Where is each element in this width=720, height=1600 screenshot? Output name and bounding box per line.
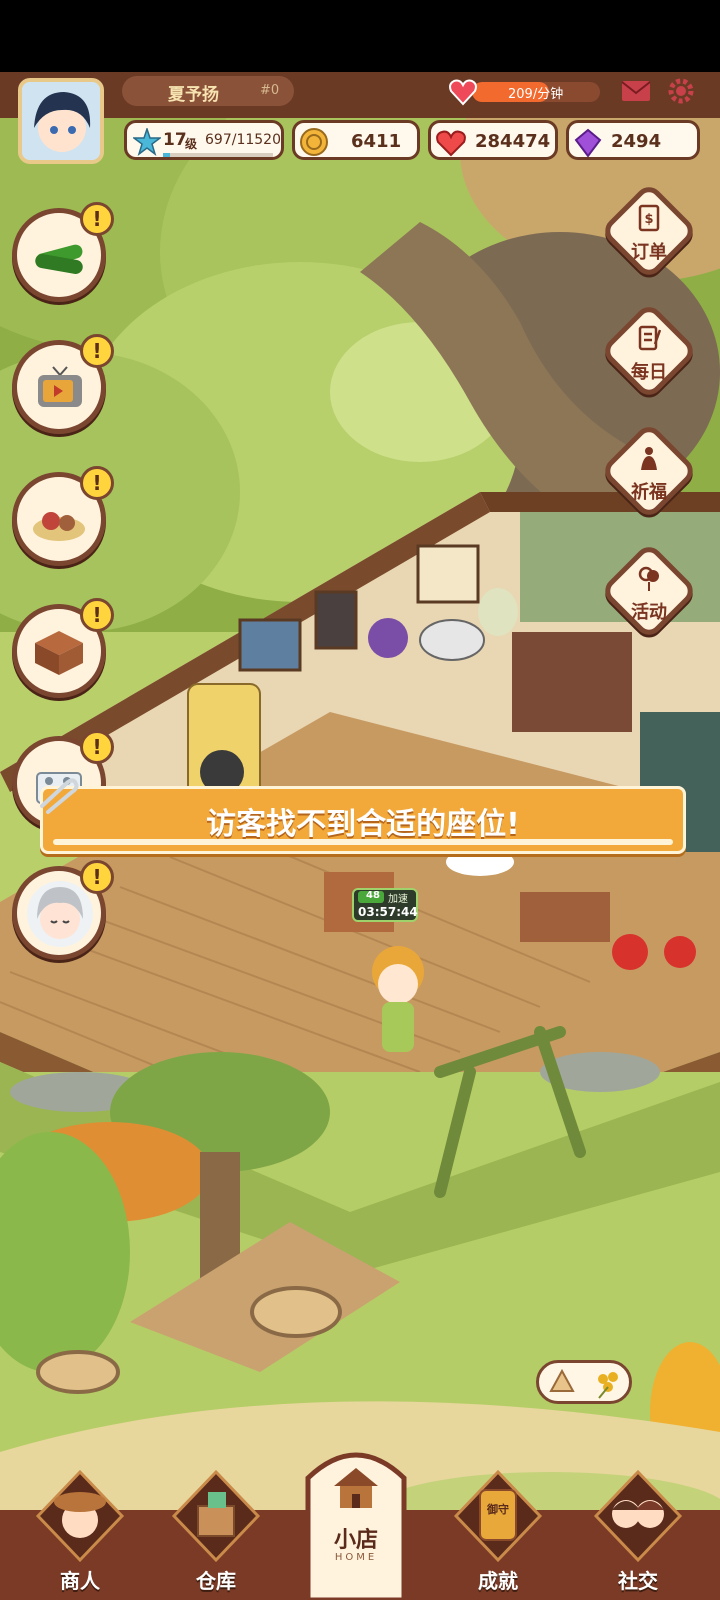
visitor-alert-badge: ! [80, 860, 114, 894]
tv-video-icon [38, 366, 82, 407]
resource-bubble[interactable] [536, 1360, 632, 1404]
timer-badge-value: 48 [366, 890, 380, 901]
dumpling-icon [549, 1368, 575, 1392]
nav-warehouse-label: 仓库 [196, 1569, 236, 1593]
cucumber-alert-badge: ! [80, 202, 114, 236]
hud-top-band [0, 72, 720, 112]
dish-icon [33, 512, 85, 541]
build-timer[interactable]: 48 加速 03:57:44 [352, 888, 418, 922]
svg-text:$: $ [644, 212, 653, 227]
social-couple-icon [593, 1469, 683, 1563]
timer-badge: 48 [358, 890, 384, 903]
exp-fill [163, 153, 170, 157]
stamina-rate: 209/分钟 [508, 87, 564, 102]
right-menu-activity[interactable]: 活动 [599, 541, 699, 641]
desk-alert-badge: ! [80, 598, 114, 632]
nav-merchant-label: 商人 [60, 1569, 100, 1593]
player-exp: 697/11520 [205, 132, 281, 148]
nav-warehouse[interactable]: 仓库 [156, 1460, 276, 1600]
heart-plus-icon [449, 79, 477, 106]
notification-banner[interactable]: 访客找不到合适的座位! [40, 786, 686, 854]
paperclip-icon [40, 778, 79, 814]
merchant-icon [35, 1469, 125, 1563]
right-menu-prayer[interactable]: 祈福 [599, 421, 699, 521]
desk-furniture-icon [35, 631, 83, 675]
coins-pill[interactable]: 6411 [292, 120, 420, 160]
gem-icon [574, 128, 602, 158]
gems-pill[interactable]: 2494 [566, 120, 700, 160]
top-hud: 夏予扬 #0 209/分钟 17 级 697/11520 6411 284474… [0, 72, 720, 172]
avatar-portrait-icon [22, 82, 100, 160]
stamina-meter[interactable]: 209/分钟 [448, 79, 604, 106]
nav-achievement[interactable]: 御守 成就 [438, 1460, 558, 1600]
stamina-track: 209/分钟 [472, 82, 600, 102]
level-star-icon [133, 128, 161, 156]
nav-social-label: 社交 [618, 1569, 658, 1593]
player-id-tag: #0 [260, 83, 280, 98]
balloon-activity-icon [638, 566, 659, 591]
achievement-charm-icon [453, 1469, 543, 1563]
nav-shop-home[interactable]: 小店 HOME [300, 1438, 412, 1600]
nav-merchant[interactable]: 商人 [20, 1460, 140, 1600]
activity-label: 活动 [631, 602, 667, 623]
hearts-value: 284474 [475, 131, 551, 152]
warehouse-box-icon [171, 1469, 261, 1563]
level-exp-pill[interactable]: 17 级 697/11520 [124, 120, 284, 160]
player-avatar[interactable] [18, 78, 104, 164]
tv-alert-badge: ! [80, 334, 114, 368]
nav-achievement-label: 成就 [478, 1569, 518, 1593]
player-level: 17 [163, 130, 187, 150]
achievement-sign-text: 御守 [487, 1503, 509, 1516]
right-menu-daily[interactable]: 每日 [599, 301, 699, 401]
player-name-plate[interactable]: 夏予扬 #0 [122, 76, 294, 106]
shop-house-icon [334, 1468, 378, 1508]
nav-shop-sublabel: HOME [334, 1552, 378, 1563]
orders-label: 订单 [631, 242, 667, 263]
timer-time: 03:57:44 [358, 905, 418, 919]
banner-message: 访客找不到合适的座位! [206, 807, 520, 842]
daily-checklist-icon [638, 325, 661, 351]
dish-alert-badge: ! [80, 466, 114, 500]
right-menu-orders[interactable]: $ 订单 [599, 181, 699, 281]
order-book-icon: $ [638, 204, 660, 232]
settings-gear-icon[interactable] [666, 76, 696, 106]
cucumber-icon [35, 244, 83, 274]
nav-social[interactable]: 社交 [578, 1460, 698, 1600]
daily-label: 每日 [631, 362, 667, 383]
wheat-icon [598, 1372, 618, 1399]
prayer-label: 祈福 [631, 482, 667, 503]
hearts-pill[interactable]: 284474 [428, 120, 558, 160]
coins-value: 6411 [351, 131, 402, 152]
player-name: 夏予扬 [168, 85, 219, 105]
prayer-icon [641, 447, 657, 470]
shop-home-tab-frame [305, 1452, 407, 1600]
exp-track [163, 153, 273, 157]
timer-boost-label: 加速 [388, 894, 408, 905]
coin-icon [300, 128, 328, 156]
heart-currency-icon [436, 130, 466, 157]
level-unit: 级 [185, 137, 198, 151]
mail-icon[interactable] [620, 78, 652, 104]
nav-shop-label: 小店 [333, 1528, 378, 1553]
stove-alert-badge: ! [80, 730, 114, 764]
gems-value: 2494 [611, 131, 662, 152]
